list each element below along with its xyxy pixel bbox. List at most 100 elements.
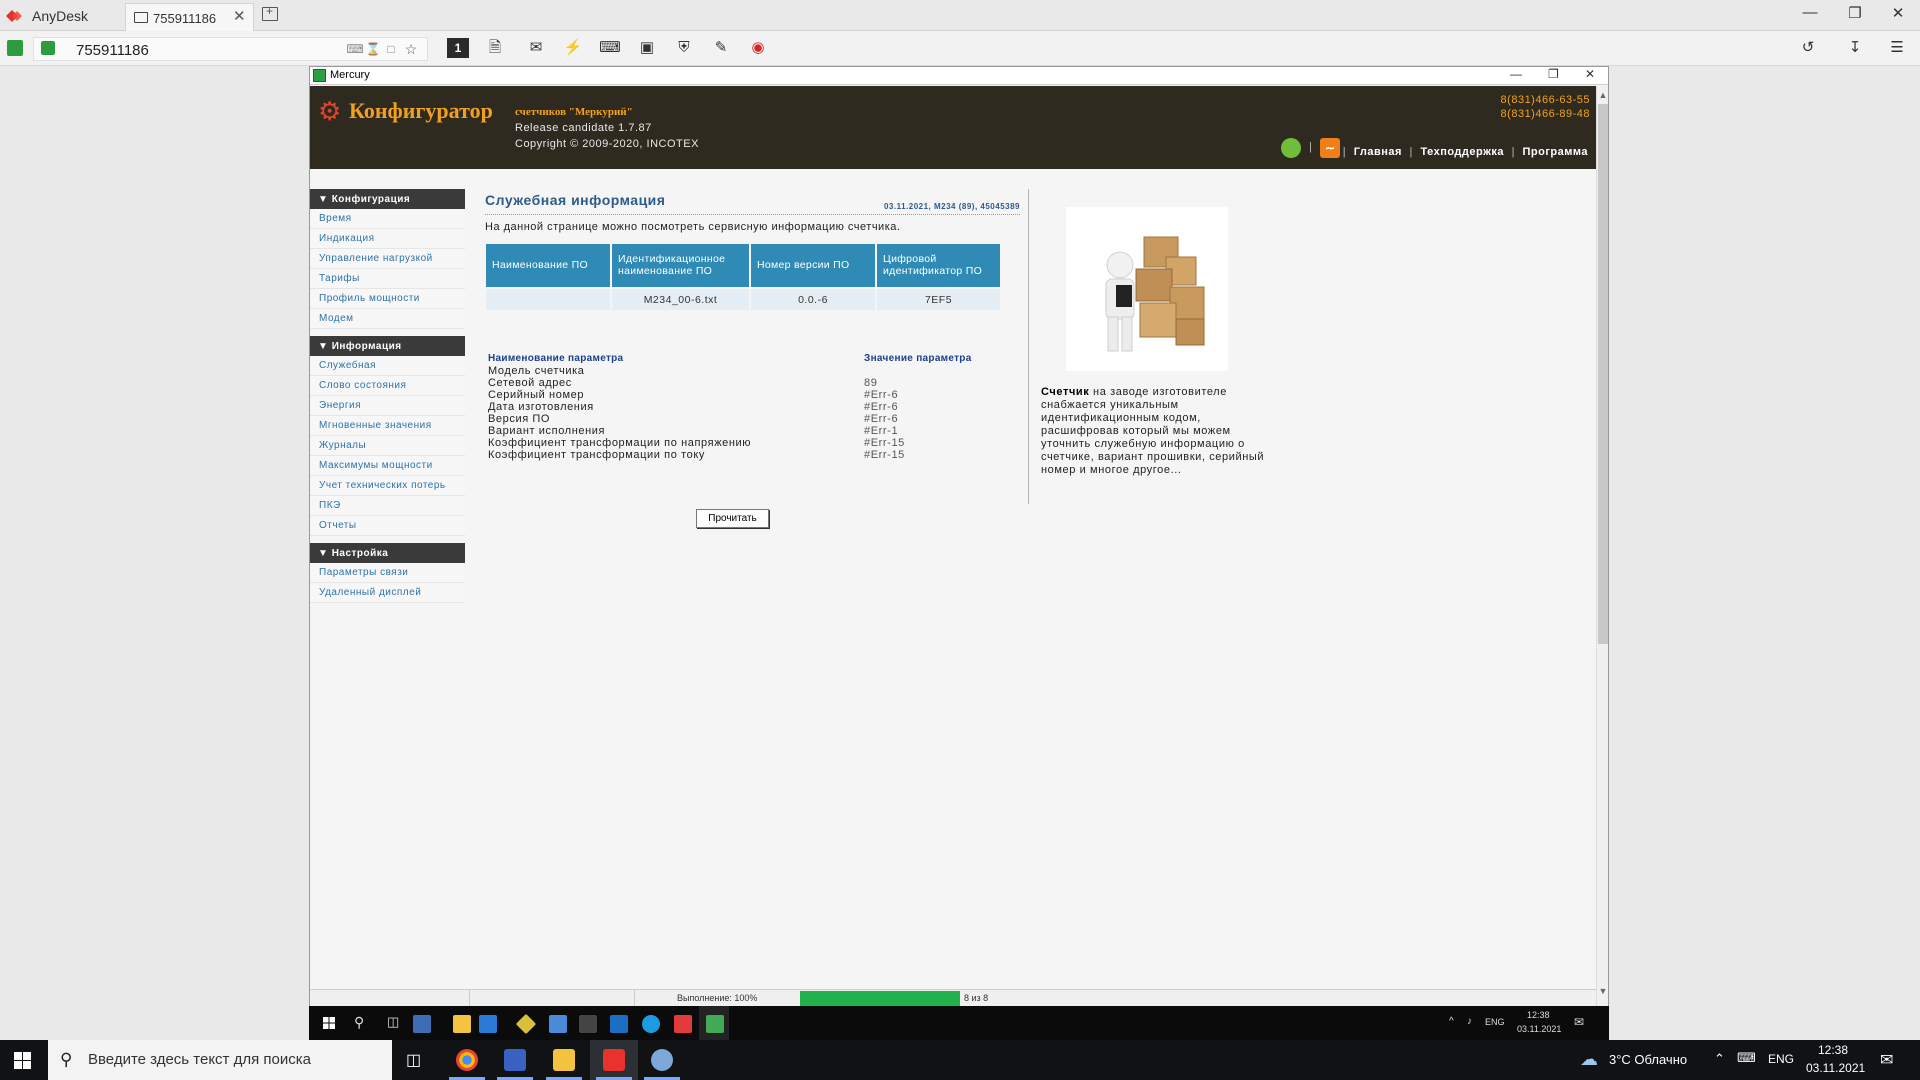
weather-cloud-icon[interactable]: ☁ [1580, 1049, 1598, 1070]
table-cell: 0.0.-6 [750, 287, 877, 310]
monitor-1-icon[interactable]: 1 [447, 38, 469, 58]
anydesk-icon[interactable] [603, 1049, 625, 1071]
download-icon[interactable]: ↧ [1844, 38, 1866, 58]
sidebar-section-info[interactable]: ▼ Информация [310, 336, 465, 356]
sidebar-item-power-profile[interactable]: Профиль мощности [310, 289, 465, 309]
software-info-table: Наименование ПО Идентификационное наимен… [486, 244, 1000, 310]
notifications-icon[interactable]: ✉ [1880, 1050, 1893, 1070]
actions-icon[interactable]: ⚡ [562, 38, 584, 58]
keyboard-tray-icon[interactable]: ⌨ [1737, 1050, 1756, 1066]
remote-notifications-icon[interactable]: ✉ [1574, 1015, 1584, 1029]
address-text: 755911186 [76, 42, 149, 59]
nav-home-link[interactable]: Главная [1354, 146, 1402, 158]
chat-icon[interactable]: ✉ [525, 38, 547, 58]
content-divider [1028, 189, 1029, 504]
anydesk-session-tab[interactable]: 755911186 ✕ [125, 3, 254, 31]
draw-icon[interactable]: ✎ [710, 38, 732, 58]
remote-app-icon[interactable] [549, 1015, 567, 1033]
remote-tray-date[interactable]: 03.11.2021 [1517, 1024, 1561, 1034]
close-window-icon[interactable]: ✕ [1878, 4, 1918, 22]
scroll-down-icon[interactable]: ▼ [1597, 986, 1609, 996]
remote-explorer-icon[interactable] [453, 1015, 471, 1033]
sidebar-item-connection-params[interactable]: Параметры связи [310, 563, 465, 583]
favorite-star-icon[interactable]: ☆ [400, 39, 422, 59]
nav-program-link[interactable]: Программа [1522, 146, 1588, 158]
remote-app-icon[interactable] [479, 1015, 497, 1033]
weather-text[interactable]: 3°C Облачно [1609, 1052, 1687, 1067]
remote-taskbar: ⚲ ◫ ^ ♪ ENG 12:38 03.11.2021 ✉ [309, 1006, 1609, 1040]
info-text: Счетчик на заводе изготовителе снабжаетс… [1041, 386, 1273, 477]
remote-app-icon[interactable] [413, 1015, 431, 1033]
mercury-app-icon [313, 69, 326, 82]
keyboard-icon[interactable]: ⌨ [599, 38, 621, 58]
file-transfer-icon[interactable]: 🗎 [484, 38, 506, 58]
start-icon[interactable] [14, 1052, 31, 1069]
sidebar-item-reports[interactable]: Отчеты [310, 516, 465, 536]
address-bar[interactable]: 755911186 ⌨ ⌛ □ ☆ [33, 37, 428, 61]
file-explorer-icon[interactable] [553, 1049, 575, 1071]
nav-support-link[interactable]: Техподдержка [1420, 146, 1504, 158]
scroll-thumb[interactable] [1598, 104, 1608, 644]
clock-time[interactable]: 12:38 [1818, 1043, 1848, 1057]
vertical-scrollbar[interactable]: ▲ ▼ [1596, 86, 1608, 1006]
remote-edge-icon[interactable] [642, 1015, 660, 1033]
sidebar-item-journals[interactable]: Журналы [310, 436, 465, 456]
remote-volume-icon[interactable]: ♪ [1467, 1016, 1472, 1027]
mercury-minimize-icon[interactable]: — [1510, 67, 1522, 81]
sidebar-item-pke[interactable]: ПКЭ [310, 496, 465, 516]
release-label: Release candidate 1.7.87 [515, 122, 652, 134]
sidebar-item-remote-display[interactable]: Удаленный дисплей [310, 583, 465, 603]
sidebar-item-power-max[interactable]: Максимумы мощности [310, 456, 465, 476]
sidebar-item-modem[interactable]: Модем [310, 309, 465, 329]
clock-date[interactable]: 03.11.2021 [1806, 1061, 1865, 1075]
remote-app-icon[interactable] [515, 1013, 537, 1035]
chat-bubble-icon[interactable] [1281, 138, 1301, 158]
menu-icon[interactable]: ☰ [1886, 38, 1908, 58]
remote-app-icon[interactable] [579, 1015, 597, 1033]
history-icon[interactable]: ↺ [1797, 38, 1819, 58]
minimize-icon[interactable]: — [1790, 4, 1830, 21]
paint-icon[interactable] [651, 1049, 673, 1071]
sidebar-item-time[interactable]: Время [310, 209, 465, 229]
mercury-close-icon[interactable]: ✕ [1585, 67, 1595, 81]
remote-taskview-icon[interactable]: ◫ [387, 1014, 399, 1030]
sidebar-item-indication[interactable]: Индикация [310, 229, 465, 249]
permissions-icon[interactable]: ⛨ [673, 38, 695, 58]
sidebar-item-energy[interactable]: Энергия [310, 396, 465, 416]
remote-tray-chevron-icon[interactable]: ^ [1449, 1016, 1454, 1027]
save-app-icon[interactable] [504, 1049, 526, 1071]
sidebar-section-settings[interactable]: ▼ Настройка [310, 543, 465, 563]
record-icon[interactable]: ◉ [747, 38, 769, 58]
sidebar-item-tariffs[interactable]: Тарифы [310, 269, 465, 289]
read-button[interactable]: Прочитать [696, 509, 769, 528]
taskview-icon[interactable]: ◫ [406, 1050, 421, 1070]
language-indicator[interactable]: ENG [1768, 1052, 1794, 1066]
sidebar-item-status-word[interactable]: Слово состояния [310, 376, 465, 396]
remote-tray-time[interactable]: 12:38 [1527, 1010, 1550, 1020]
rss-icon[interactable]: ∼ [1320, 138, 1340, 158]
header-banner: ⚙ Конфигуратор счетчиков "Меркурий" Rele… [310, 86, 1596, 169]
params-header-value: Значение параметра [864, 353, 972, 364]
remote-app-icon[interactable] [610, 1015, 628, 1033]
progress-bar [800, 991, 960, 1006]
sidebar-item-service[interactable]: Служебная [310, 356, 465, 376]
mercury-restore-icon[interactable]: ❐ [1548, 67, 1559, 81]
clipboard-icon[interactable]: □ [380, 39, 402, 59]
remote-tray-lang[interactable]: ENG [1485, 1017, 1505, 1027]
sidebar-item-tech-losses[interactable]: Учет технических потерь [310, 476, 465, 496]
taskbar-search[interactable]: ⚲ Введите здесь текст для поиска [48, 1040, 392, 1080]
close-tab-icon[interactable]: ✕ [233, 7, 246, 25]
restore-icon[interactable]: ❐ [1835, 4, 1875, 22]
sidebar-item-load-control[interactable]: Управление нагрузкой [310, 249, 465, 269]
remote-anydesk-icon[interactable] [674, 1015, 692, 1033]
new-tab-icon[interactable] [262, 4, 278, 21]
remote-start-icon[interactable] [323, 1017, 335, 1029]
sidebar-item-instant-values[interactable]: Мгновенные значения [310, 416, 465, 436]
tray-chevron-icon[interactable]: ⌃ [1714, 1051, 1725, 1067]
scroll-up-icon[interactable]: ▲ [1597, 90, 1609, 100]
remote-search-icon[interactable]: ⚲ [354, 1014, 364, 1031]
sidebar-section-config[interactable]: ▼ Конфигурация [310, 189, 465, 209]
chrome-icon[interactable] [456, 1049, 478, 1071]
brand-title: Конфигуратор [349, 98, 493, 123]
display-icon[interactable]: ▣ [636, 38, 658, 58]
